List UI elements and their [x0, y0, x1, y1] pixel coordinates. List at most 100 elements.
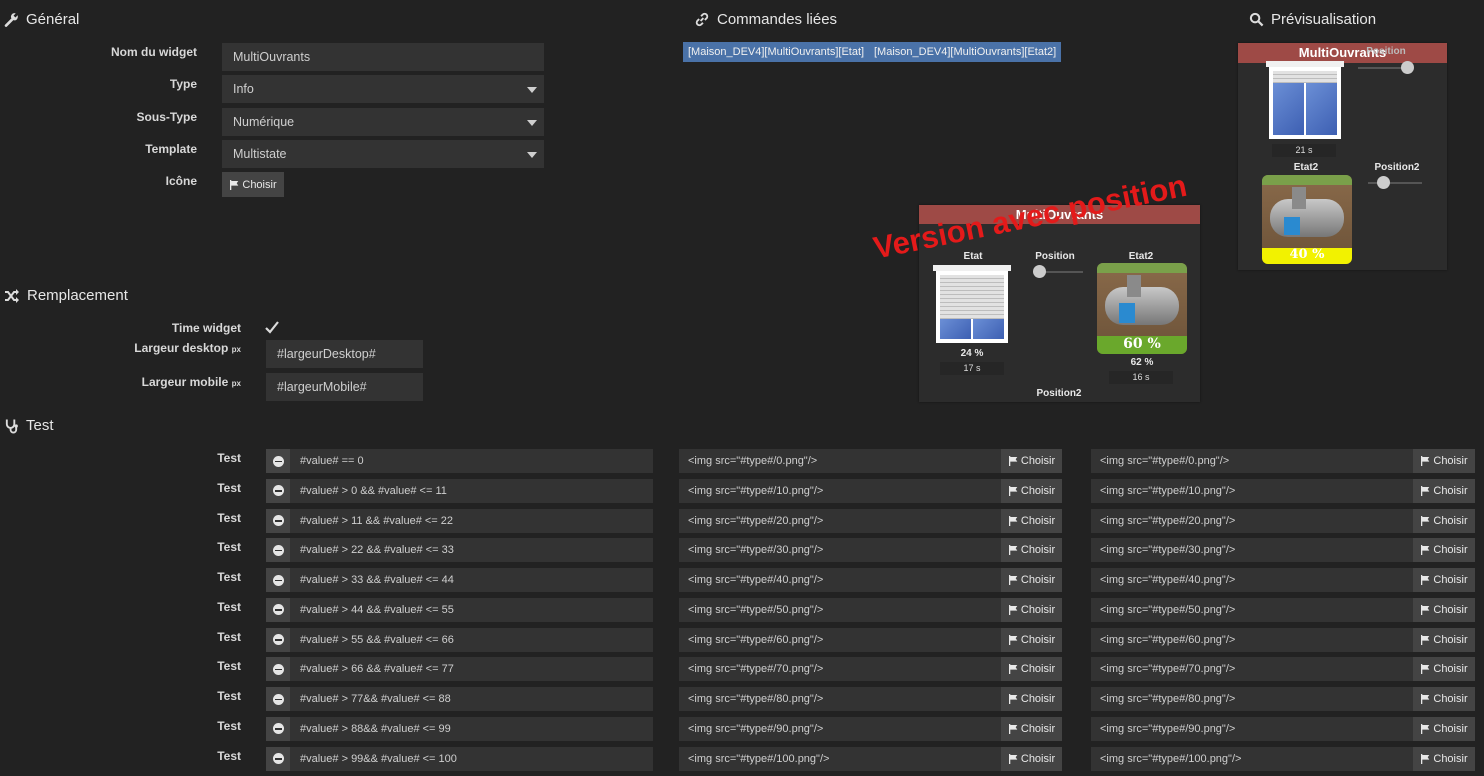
flag-icon [1008, 723, 1018, 734]
widget-name-input[interactable]: MultiOuvrants [222, 43, 544, 71]
test-image-field[interactable]: <img src="#type#/80.png"/> [679, 687, 1001, 711]
template-select[interactable]: Multistate [222, 140, 544, 168]
test-condition-field[interactable]: #value# > 99&& #value# <= 100 [266, 746, 653, 771]
section-replacement-title: Remplacement [27, 287, 128, 304]
test-condition-field[interactable]: #value# > 55 && #value# <= 66 [266, 627, 653, 652]
subtype-select[interactable]: Numérique [222, 108, 544, 136]
minus-circle-icon [272, 693, 284, 705]
test-condition-field[interactable]: #value# > 44 && #value# <= 55 [266, 597, 653, 622]
remove-row-button[interactable] [266, 508, 290, 533]
choose-image-button-2[interactable]: Choisir [1413, 597, 1475, 622]
test-image-field[interactable]: <img src="#type#/0.png"/> [679, 449, 1001, 473]
choose-image-button[interactable]: Choisir [1001, 568, 1062, 592]
linked-command-tag[interactable]: [Maison_DEV4][MultiOuvrants][Etat] [683, 42, 870, 62]
minus-circle-icon [272, 455, 284, 467]
choose-image-button-2[interactable]: Choisir [1413, 568, 1475, 592]
choose-image-button[interactable]: Choisir [1001, 687, 1062, 711]
test-image-field[interactable]: <img src="#type#/60.png"/> [679, 627, 1001, 652]
desktop-width-input[interactable]: #largeurDesktop# [266, 340, 423, 368]
remove-row-button[interactable] [266, 568, 290, 592]
test-condition-field[interactable]: #value# > 22 && #value# <= 33 [266, 538, 653, 563]
shuffle-icon [5, 288, 19, 303]
type-select[interactable]: Info [222, 75, 544, 103]
test-image-field[interactable]: <img src="#type#/50.png"/> [679, 597, 1001, 622]
test-image-field-2[interactable]: <img src="#type#/0.png"/> [1091, 449, 1413, 473]
choose-image-button[interactable]: Choisir [1001, 538, 1062, 563]
test-image-field[interactable]: <img src="#type#/70.png"/> [679, 657, 1001, 682]
remove-row-button[interactable] [266, 597, 290, 622]
test-condition-text: #value# > 33 && #value# <= 44 [300, 574, 454, 586]
flag-icon [1008, 485, 1018, 496]
test-condition-text: #value# > 66 && #value# <= 77 [300, 663, 454, 676]
choose-image-button-2[interactable]: Choisir [1413, 478, 1475, 503]
choose-icon-button[interactable]: Choisir [222, 172, 284, 197]
remove-row-button[interactable] [266, 538, 290, 563]
test-image-field-2[interactable]: <img src="#type#/80.png"/> [1091, 687, 1413, 711]
choose-image-button-label: Choisir [1433, 752, 1468, 765]
flag-icon [1008, 634, 1018, 645]
choose-image-button[interactable]: Choisir [1001, 716, 1062, 741]
flag-icon [1421, 634, 1430, 645]
mobile-width-label: Largeur mobile px [100, 375, 241, 389]
remove-row-button[interactable] [266, 478, 290, 503]
test-condition-field[interactable]: #value# > 33 && #value# <= 44 [266, 568, 653, 592]
flag-icon [230, 179, 239, 190]
choose-image-button-2[interactable]: Choisir [1413, 538, 1475, 563]
test-condition-field[interactable]: #value# > 77&& #value# <= 88 [266, 687, 653, 711]
choose-image-button-2[interactable]: Choisir [1413, 627, 1475, 652]
test-image-field-2[interactable]: <img src="#type#/90.png"/> [1091, 716, 1413, 741]
test-image-field-2[interactable]: <img src="#type#/70.png"/> [1091, 657, 1413, 682]
test-image-field[interactable]: <img src="#type#/100.png"/> [679, 746, 1001, 771]
test-image-field[interactable]: <img src="#type#/30.png"/> [679, 538, 1001, 563]
test-image-field-2[interactable]: <img src="#type#/30.png"/> [1091, 538, 1413, 563]
check-icon[interactable] [265, 321, 279, 334]
position-slider-knob[interactable] [1033, 265, 1046, 278]
test-image-field-2[interactable]: <img src="#type#/100.png"/> [1091, 746, 1413, 771]
mobile-width-input[interactable]: #largeurMobile# [266, 373, 423, 401]
flag-icon [1008, 456, 1018, 466]
choose-image-button[interactable]: Choisir [1001, 508, 1062, 533]
test-image-field[interactable]: <img src="#type#/90.png"/> [679, 716, 1001, 741]
choose-image-button-2[interactable]: Choisir [1413, 687, 1475, 711]
test-image-field-2[interactable]: <img src="#type#/10.png"/> [1091, 478, 1413, 503]
remove-row-button[interactable] [266, 449, 290, 473]
choose-image-button-2[interactable]: Choisir [1413, 716, 1475, 741]
choose-image-button-label: Choisir [1433, 633, 1468, 646]
test-image-field-2[interactable]: <img src="#type#/60.png"/> [1091, 627, 1413, 652]
choose-image-button[interactable]: Choisir [1001, 627, 1062, 652]
remove-row-button[interactable] [266, 716, 290, 741]
remove-row-button[interactable] [266, 657, 290, 682]
choose-image-button-2[interactable]: Choisir [1413, 508, 1475, 533]
linked-command-tag[interactable]: [Maison_DEV4][MultiOuvrants][Etat2] [869, 42, 1062, 62]
test-condition-field[interactable]: #value# > 0 && #value# <= 11 [266, 478, 653, 503]
remove-row-button[interactable] [266, 687, 290, 711]
section-preview-header: Prévisualisation [1249, 11, 1376, 28]
choose-image-button-2[interactable]: Choisir [1413, 657, 1475, 682]
preview-position2-slider-knob[interactable] [1377, 176, 1390, 189]
test-condition-text: #value# > 55 && #value# <= 66 [300, 633, 454, 646]
choose-image-button[interactable]: Choisir [1001, 746, 1062, 771]
choose-image-button[interactable]: Choisir [1001, 478, 1062, 503]
flag-icon [1008, 753, 1018, 764]
test-condition-field[interactable]: #value# == 0 [266, 449, 653, 473]
choose-image-button[interactable]: Choisir [1001, 597, 1062, 622]
remove-row-button[interactable] [266, 746, 290, 771]
preview-shutter-window-icon [1266, 61, 1344, 139]
choose-image-button-2[interactable]: Choisir [1413, 449, 1475, 473]
preview-position-slider-knob[interactable] [1401, 61, 1414, 74]
template-label: Template [145, 142, 197, 156]
test-image-field[interactable]: <img src="#type#/20.png"/> [679, 508, 1001, 533]
test-image-field-2[interactable]: <img src="#type#/50.png"/> [1091, 597, 1413, 622]
choose-image-button[interactable]: Choisir [1001, 449, 1062, 473]
choose-image-button-2[interactable]: Choisir [1413, 746, 1475, 771]
chevron-down-icon [527, 120, 537, 126]
test-condition-field[interactable]: #value# > 66 && #value# <= 77 [266, 657, 653, 682]
test-image-field-2[interactable]: <img src="#type#/40.png"/> [1091, 568, 1413, 592]
test-condition-field[interactable]: #value# > 88&& #value# <= 99 [266, 716, 653, 741]
remove-row-button[interactable] [266, 627, 290, 652]
test-image-field[interactable]: <img src="#type#/10.png"/> [679, 478, 1001, 503]
choose-image-button[interactable]: Choisir [1001, 657, 1062, 682]
test-condition-field[interactable]: #value# > 11 && #value# <= 22 [266, 508, 653, 533]
test-image-field-2[interactable]: <img src="#type#/20.png"/> [1091, 508, 1413, 533]
test-image-field[interactable]: <img src="#type#/40.png"/> [679, 568, 1001, 592]
